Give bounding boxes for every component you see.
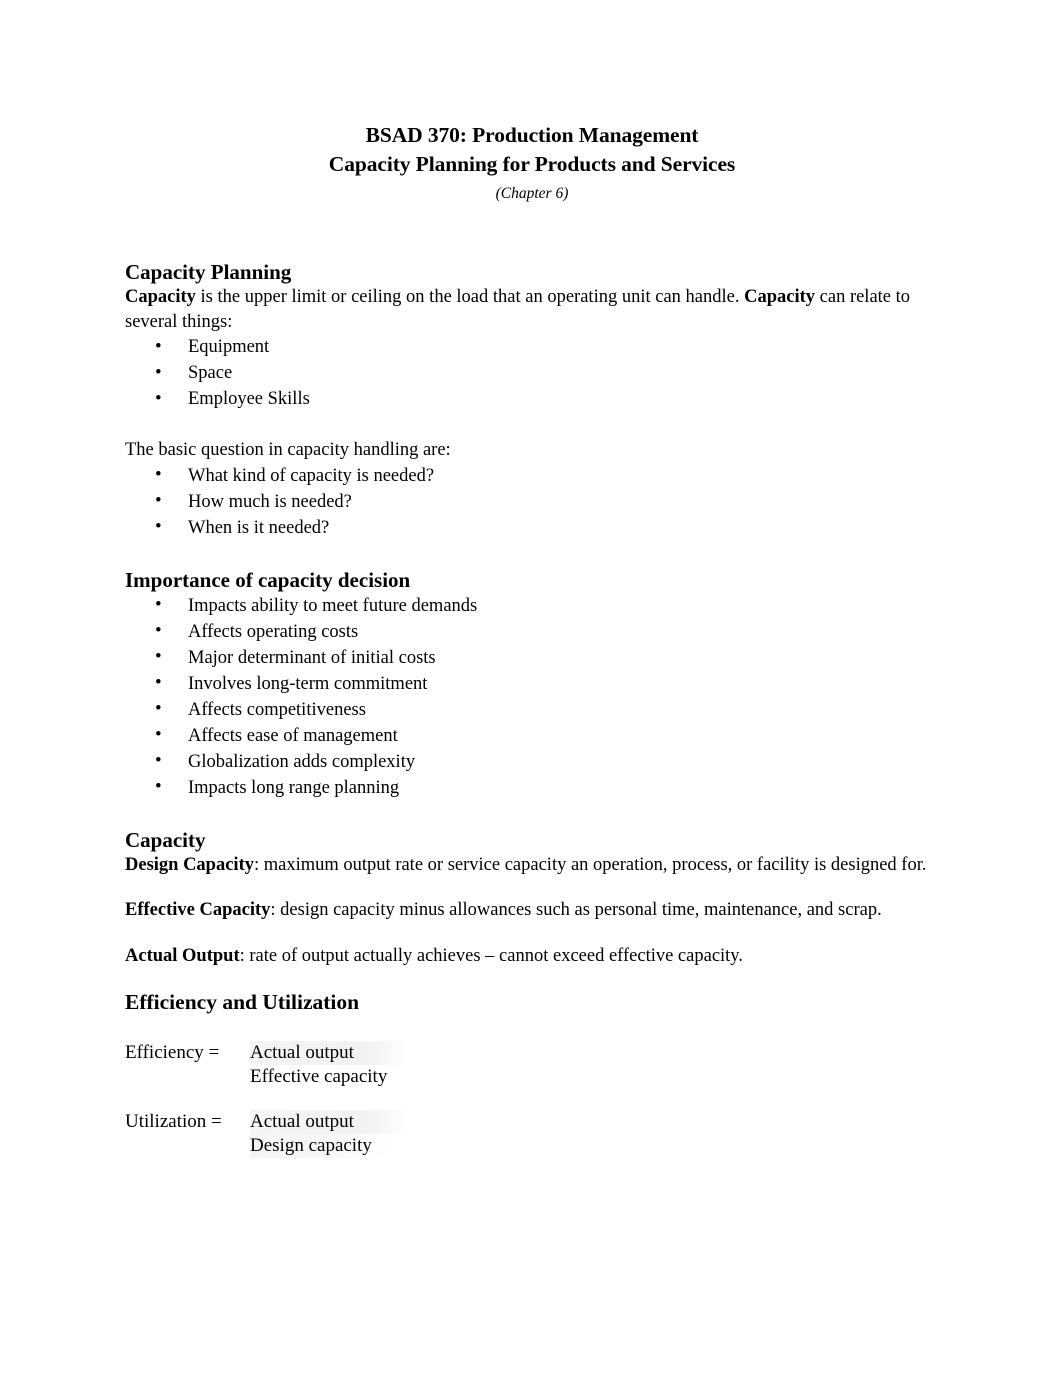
formula-denominator-efficiency: Effective capacity bbox=[250, 1066, 388, 1087]
heading-capacity: Capacity bbox=[125, 827, 206, 852]
bold-capacity-1: Capacity bbox=[125, 287, 196, 307]
definition-actual-output: Actual Output: rate of output actually a… bbox=[125, 944, 939, 969]
list-item: Involves long-term commitment bbox=[125, 670, 939, 697]
list-item: Space bbox=[125, 360, 939, 386]
formula-efficiency: Efficiency = Actual output Effective cap… bbox=[125, 1041, 939, 1089]
list-item: Globalization adds complexity bbox=[125, 748, 939, 775]
paragraph-capacity-intro: Capacity is the upper limit or ceiling o… bbox=[125, 285, 939, 334]
list-item: Affects competitiveness bbox=[125, 696, 939, 723]
formula-label-efficiency: Efficiency = bbox=[125, 1042, 220, 1063]
list-item: Major determinant of initial costs bbox=[125, 644, 939, 671]
term-effective-capacity: Effective Capacity bbox=[125, 900, 271, 920]
list-item: How much is needed? bbox=[125, 488, 939, 515]
heading-capacity-planning: Capacity Planning bbox=[125, 260, 292, 284]
definition-design-capacity: Design Capacity: maximum output rate or … bbox=[125, 853, 939, 878]
text-effective-capacity: : design capacity minus allowances such … bbox=[270, 900, 882, 920]
term-design-capacity: Design Capacity bbox=[125, 854, 254, 875]
heading-efficiency-and-utilization: Efficiency and Utilization bbox=[125, 990, 360, 1014]
list-item: Affects ease of management bbox=[125, 722, 939, 749]
formula-utilization: Utilization = Actual output Design capac… bbox=[125, 1110, 939, 1158]
list-basic-questions: What kind of capacity is needed? How muc… bbox=[125, 462, 939, 541]
list-item: Employee Skills bbox=[125, 386, 939, 412]
formula-fraction-utilization: Actual output Design capacity bbox=[250, 1110, 411, 1158]
list-item: Impacts ability to meet future demands bbox=[125, 592, 939, 619]
document-title-line-2: Capacity Planning for Products and Servi… bbox=[328, 151, 736, 176]
document-content: BSAD 370: Production Management Capacity… bbox=[125, 0, 939, 1158]
list-importance: Impacts ability to meet future demands A… bbox=[125, 592, 939, 801]
document-subtitle: (Chapter 6) bbox=[495, 185, 569, 202]
document-title-block: BSAD 370: Production Management Capacity… bbox=[125, 0, 939, 205]
document-page: BSAD 370: Production Management Capacity… bbox=[0, 0, 1062, 1377]
formula-numerator-efficiency: Actual output bbox=[250, 1041, 411, 1065]
list-item: When is it needed? bbox=[125, 514, 939, 541]
formula-block: Efficiency = Actual output Effective cap… bbox=[125, 1041, 939, 1158]
paragraph-basic-questions-lead: The basic question in capacity handling … bbox=[125, 440, 451, 460]
formula-fraction-efficiency: Actual output Effective capacity bbox=[250, 1041, 411, 1089]
definition-effective-capacity: Effective Capacity: design capacity minu… bbox=[125, 898, 939, 923]
list-item: Affects operating costs bbox=[125, 618, 939, 645]
text-actual-output: : rate of output actually achieves – can… bbox=[239, 945, 743, 966]
list-capacity-things: Equipment Space Employee Skills bbox=[125, 334, 939, 412]
formula-denominator-utilization: Design capacity bbox=[250, 1134, 411, 1158]
formula-label-utilization: Utilization = bbox=[125, 1111, 222, 1132]
document-title-line-1: BSAD 370: Production Management bbox=[365, 123, 699, 147]
text-capacity-intro-mid: is the upper limit or ceiling on the loa… bbox=[195, 287, 745, 307]
heading-importance-of-capacity-decision: Importance of capacity decision bbox=[125, 567, 411, 592]
term-actual-output: Actual Output bbox=[125, 945, 240, 966]
text-design-capacity: : maximum output rate or service capacit… bbox=[254, 854, 927, 875]
list-item: Impacts long range planning bbox=[125, 774, 939, 801]
formula-numerator-utilization: Actual output bbox=[250, 1110, 411, 1134]
list-item: Equipment bbox=[125, 334, 939, 360]
list-item: What kind of capacity is needed? bbox=[125, 462, 939, 489]
bold-capacity-2: Capacity bbox=[744, 287, 816, 307]
